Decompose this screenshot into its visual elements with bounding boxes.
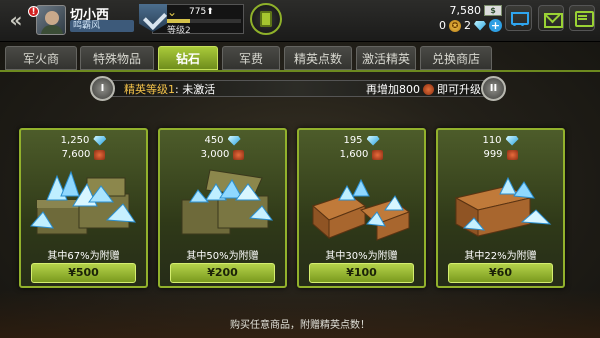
gold-value: 7,580 bbox=[449, 4, 482, 17]
offer-card[interactable]: 450 3,000 其中50%为附赠 ¥200 bbox=[158, 128, 287, 288]
bonus-percent-text: 其中22%为附赠 bbox=[464, 251, 537, 262]
buy-button[interactable]: ¥100 bbox=[309, 263, 414, 283]
elite-level-badge-current: I bbox=[90, 76, 115, 101]
cash-icon: $ bbox=[484, 5, 502, 16]
upgrade-prefix: 再增加800 bbox=[366, 83, 420, 96]
cart-icon[interactable] bbox=[505, 5, 532, 31]
gem-icon bbox=[366, 135, 380, 146]
offer-card[interactable]: 1,250 7,600 其中67%为附赠 ¥500 bbox=[19, 128, 148, 288]
tab-exchange-shop[interactable]: 兑换商店 bbox=[420, 46, 492, 70]
gem-amount: 110 bbox=[438, 135, 563, 146]
diamond-crate-image bbox=[312, 178, 411, 241]
xp-value: 775⬆ bbox=[189, 7, 214, 17]
medal-icon: ✪ bbox=[449, 19, 461, 32]
elite-upgrade-hint: 再增加800 即可升级 bbox=[366, 81, 481, 97]
gem-count: 2 bbox=[464, 19, 471, 32]
elite-point-icon bbox=[506, 149, 518, 160]
back-button[interactable]: « bbox=[4, 8, 28, 32]
gem-icon bbox=[93, 135, 107, 146]
bonus-percent-text: 其中67%为附赠 bbox=[47, 251, 120, 262]
offer-card[interactable]: 110 999 其中22%为附赠 ¥60 bbox=[436, 128, 565, 288]
tab-funds[interactable]: 军费 bbox=[222, 46, 280, 70]
gem-icon bbox=[505, 135, 519, 146]
bonus-percent-text: 其中30%为附赠 bbox=[325, 251, 398, 262]
gold-currency: 7,580 $ bbox=[449, 4, 502, 17]
gem-amount: 450 bbox=[160, 135, 285, 146]
gem-icon bbox=[474, 20, 486, 31]
player-subtitle: 鸣霸风 bbox=[70, 20, 134, 32]
chevron-icon: ⌄ bbox=[167, 5, 178, 19]
diamond-crate-image bbox=[454, 176, 552, 237]
tab-elite-points[interactable]: 精英点数 bbox=[284, 46, 352, 70]
add-gems-button[interactable]: + bbox=[489, 19, 502, 32]
elite-point-icon bbox=[423, 83, 434, 95]
diamond-crate-image bbox=[181, 169, 274, 235]
elite-bonus-amount: 3,000 bbox=[160, 149, 285, 160]
alert-badge: ! bbox=[28, 6, 39, 17]
gem-currency: 0 ✪ 2 + bbox=[439, 19, 502, 32]
buy-button[interactable]: ¥60 bbox=[448, 263, 553, 283]
tab-diamonds[interactable]: 钻石 bbox=[158, 46, 218, 70]
elite-point-icon bbox=[233, 149, 245, 160]
level-text: 等级2 bbox=[167, 26, 191, 36]
elite-bonus-amount: 7,600 bbox=[21, 149, 146, 160]
footer-hint: 购买任意商品，附赠精英点数！ bbox=[230, 320, 370, 331]
elite-point-icon bbox=[94, 149, 106, 160]
elite-status: 精英等级1: 未激活 bbox=[124, 81, 215, 97]
shop-tabs: 军火商 特殊物品 钻石 军费 精英点数 激活精英 兑换商店 bbox=[0, 46, 600, 72]
avatar[interactable] bbox=[36, 5, 66, 35]
diamond-crate-image bbox=[29, 170, 136, 235]
buy-button[interactable]: ¥200 bbox=[170, 263, 275, 283]
offer-card[interactable]: 195 1,600 其中30%为附赠 ¥100 bbox=[297, 128, 426, 288]
buy-button[interactable]: ¥500 bbox=[31, 263, 136, 283]
gem-amount: 195 bbox=[299, 135, 424, 146]
elite-level-badge-next: II bbox=[481, 76, 506, 101]
tab-divider bbox=[0, 70, 600, 72]
elite-point-icon bbox=[372, 149, 384, 160]
elite-status-value: : 未激活 bbox=[175, 83, 216, 96]
medal-count: 0 bbox=[439, 19, 446, 32]
chat-icon[interactable] bbox=[569, 5, 595, 31]
upgrade-suffix: 即可升级 bbox=[437, 83, 481, 96]
elite-status-label: 精英等级1 bbox=[124, 83, 175, 96]
top-bar: « ! 切小西 鸣霸风 ⌄ 775⬆ 等级2 7,580 $ 0 ✪ 2 + bbox=[0, 0, 600, 42]
elite-bonus-amount: 1,600 bbox=[299, 149, 424, 160]
mail-icon[interactable] bbox=[538, 5, 564, 31]
elite-bonus-amount: 999 bbox=[438, 149, 563, 160]
gem-amount: 1,250 bbox=[21, 135, 146, 146]
gem-icon bbox=[227, 135, 241, 146]
tab-special-items[interactable]: 特殊物品 bbox=[80, 46, 154, 70]
tab-activate-elite[interactable]: 激活精英 bbox=[356, 46, 416, 70]
dogtag-icon[interactable] bbox=[250, 3, 282, 35]
tab-arms-dealer[interactable]: 军火商 bbox=[5, 46, 77, 70]
bonus-percent-text: 其中50%为附赠 bbox=[186, 251, 259, 262]
